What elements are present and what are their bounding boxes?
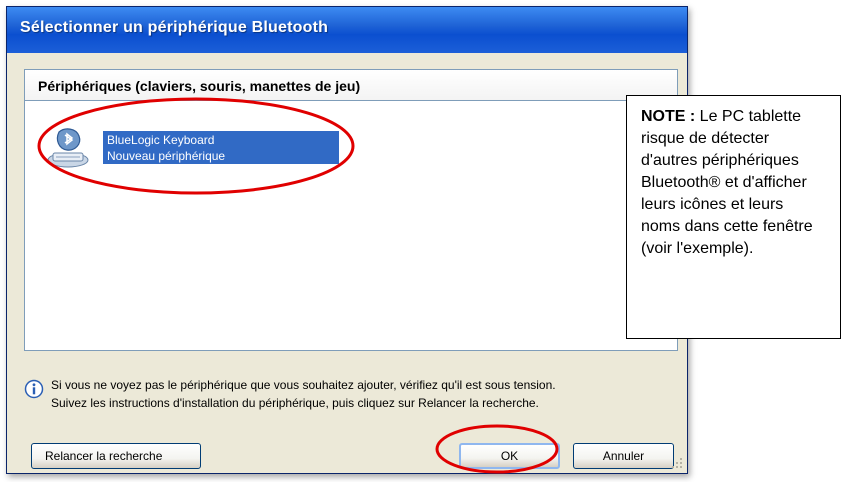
device-status: Nouveau périphérique [107, 149, 226, 163]
resize-grip-icon[interactable] [671, 457, 683, 469]
title-bar[interactable]: Sélectionner un périphérique Bluetooth [7, 7, 687, 53]
device-list-panel: Périphériques (claviers, souris, manette… [24, 69, 678, 351]
info-message: Si vous ne voyez pas le périphérique que… [24, 376, 684, 412]
device-category-label: Périphériques (claviers, souris, manette… [38, 78, 361, 94]
note-label: NOTE : [641, 108, 696, 125]
note-text: Le PC tablette risque de détecter d'autr… [641, 108, 813, 257]
rescan-button[interactable]: Relancer la recherche [31, 443, 201, 469]
info-line-1: Si vous ne voyez pas le périphérique que… [51, 378, 556, 392]
cancel-button[interactable]: Annuler [573, 443, 674, 469]
ok-button[interactable]: OK [459, 443, 560, 469]
device-list-item[interactable]: BlueLogic Keyboard Nouveau périphérique [45, 126, 341, 168]
info-text: Si vous ne voyez pas le périphérique que… [51, 376, 556, 412]
device-label[interactable]: BlueLogic Keyboard Nouveau périphérique [103, 131, 339, 164]
device-list-header: Périphériques (claviers, souris, manette… [25, 70, 677, 101]
note-callout: NOTE : Le PC tablette risque de détecter… [626, 95, 841, 339]
info-line-2: Suivez les instructions d'installation d… [51, 396, 539, 410]
dialog-title: Sélectionner un périphérique Bluetooth [20, 19, 329, 36]
bluetooth-keyboard-icon [47, 128, 89, 168]
device-name: BlueLogic Keyboard [107, 133, 215, 147]
info-icon [24, 379, 44, 399]
bluetooth-device-dialog: Sélectionner un périphérique Bluetooth P… [6, 6, 688, 474]
